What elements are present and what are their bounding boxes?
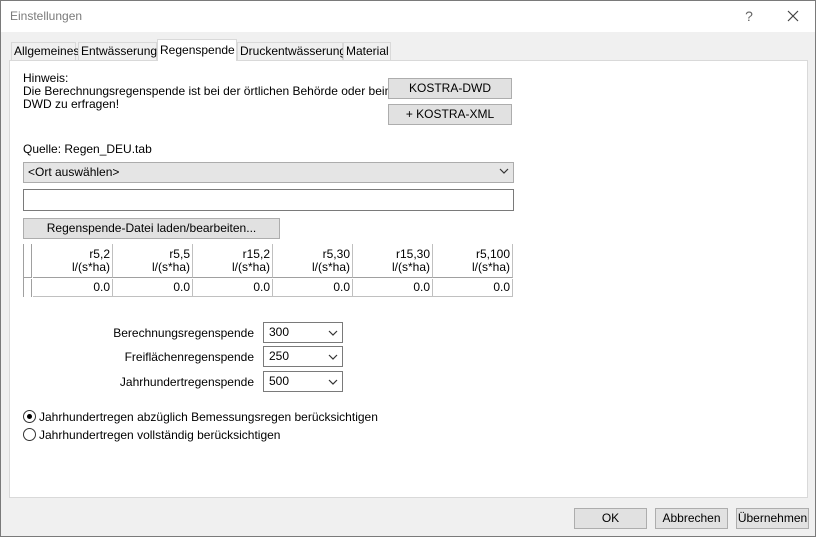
jahrhundertregenspende-value: 500	[269, 374, 290, 388]
chevron-down-icon	[328, 330, 338, 336]
option-minus-design-rain-label[interactable]: Jahrhundertregen abzüglich Bemessungsreg…	[39, 410, 378, 424]
freiflaechenregenspende-select[interactable]: 250	[263, 346, 343, 367]
chevron-down-icon	[328, 354, 338, 360]
chevron-down-icon	[499, 168, 509, 174]
source-label: Quelle: Regen_DEU.tab	[23, 142, 152, 156]
kostra-dwd-button[interactable]: KOSTRA-DWD	[388, 78, 512, 99]
hint-text: Hinweis: Die Berechnungsregenspende ist …	[23, 72, 395, 111]
grid-cell-r5-5[interactable]: 0.0	[113, 279, 193, 297]
column-unit: l/(s*ha)	[471, 260, 510, 274]
jahrhundertregenspende-select[interactable]: 500	[263, 371, 343, 392]
chevron-down-icon	[328, 379, 338, 385]
tab-entwaesserung[interactable]: Entwässerung	[78, 42, 157, 60]
radio-selected-dot	[27, 414, 32, 419]
hint-line-2: DWD zu erfragen!	[23, 97, 120, 111]
location-text-field[interactable]	[23, 189, 514, 211]
berechnungsregenspende-select[interactable]: 300	[263, 322, 343, 343]
grid-header-r5-100: r5,100 l/(s*ha)	[433, 244, 513, 278]
grid-cell-r5-100[interactable]: 0.0	[433, 279, 513, 297]
cancel-button[interactable]: Abbrechen	[655, 508, 728, 529]
apply-button[interactable]: Übernehmen	[736, 508, 809, 529]
grid-cell-r15-2[interactable]: 0.0	[193, 279, 273, 297]
kostra-xml-button[interactable]: + KOSTRA-XML	[388, 104, 512, 125]
tab-allgemeines[interactable]: Allgemeines	[11, 42, 79, 60]
location-combo[interactable]: <Ort auswählen>	[23, 162, 514, 183]
option-minus-design-rain-radio[interactable]	[23, 410, 36, 423]
tab-material[interactable]: Material	[343, 42, 391, 60]
title-bar: Einstellungen ?	[1, 1, 815, 32]
grid-corner	[24, 244, 32, 278]
grid-cell-r5-30[interactable]: 0.0	[273, 279, 353, 297]
column-unit: l/(s*ha)	[71, 260, 110, 274]
grid-row-header	[24, 279, 32, 297]
column-unit: l/(s*ha)	[311, 260, 350, 274]
grid-header-r5-2: r5,2 l/(s*ha)	[33, 244, 113, 278]
grid-header-r5-30: r5,30 l/(s*ha)	[273, 244, 353, 278]
option-full-label[interactable]: Jahrhundertregen vollständig berücksicht…	[39, 428, 280, 442]
help-button[interactable]: ?	[739, 5, 759, 27]
jahrhundertregenspende-label: Jahrhundertregenspende	[119, 375, 254, 389]
tab-druckentwaesserung[interactable]: Druckentwässerung	[237, 42, 346, 60]
freiflaechenregenspende-label: Freiflächenregenspende	[124, 350, 254, 364]
settings-dialog: Einstellungen ? Allgemeines Entwässerung…	[0, 0, 816, 537]
load-edit-button[interactable]: Regenspende-Datei laden/bearbeiten...	[23, 218, 280, 239]
option-full-radio[interactable]	[23, 428, 36, 441]
berechnungsregenspende-label: Berechnungsregenspende	[113, 326, 254, 340]
column-unit: l/(s*ha)	[151, 260, 190, 274]
window-title: Einstellungen	[10, 9, 83, 23]
grid-cell-r15-30[interactable]: 0.0	[353, 279, 433, 297]
grid-header-r5-5: r5,5 l/(s*ha)	[113, 244, 193, 278]
column-unit: l/(s*ha)	[231, 260, 270, 274]
freiflaechenregenspende-value: 250	[269, 349, 290, 363]
grid-cell-r5-2[interactable]: 0.0	[33, 279, 113, 297]
column-unit: l/(s*ha)	[391, 260, 430, 274]
close-icon[interactable]	[782, 5, 804, 27]
berechnungsregenspende-value: 300	[269, 325, 290, 339]
tab-regenspende[interactable]: Regenspende	[157, 39, 237, 61]
grid-header-r15-30: r15,30 l/(s*ha)	[353, 244, 433, 278]
grid-header-r15-2: r15,2 l/(s*ha)	[193, 244, 273, 278]
rain-intensity-grid: r5,2 l/(s*ha) r5,5 l/(s*ha) r15,2 l/(s*h…	[23, 244, 513, 297]
location-combo-value: <Ort auswählen>	[28, 165, 120, 179]
ok-button[interactable]: OK	[574, 508, 647, 529]
